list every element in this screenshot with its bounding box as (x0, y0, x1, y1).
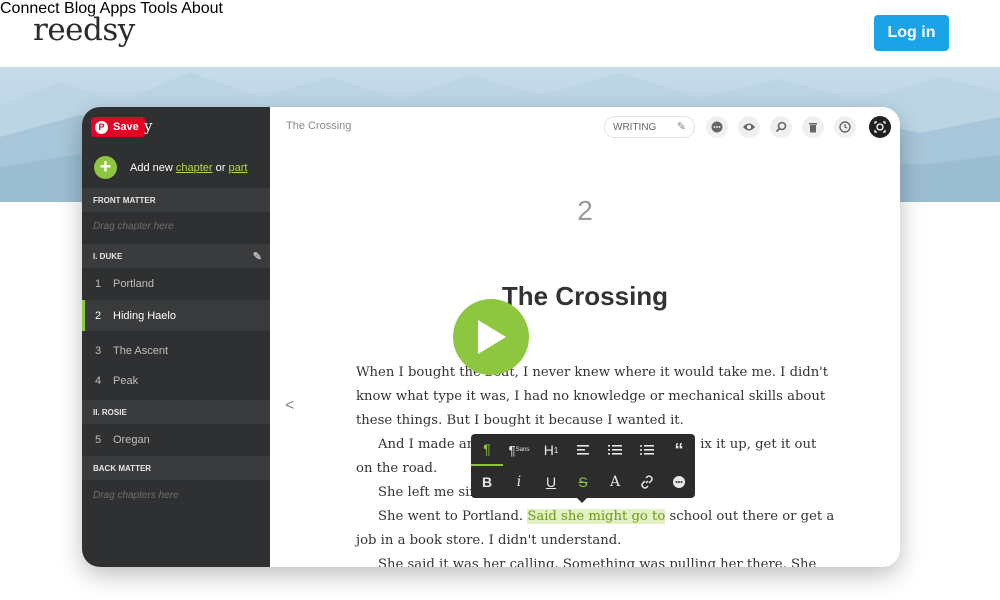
add-new-row: + Add new chapter or part (94, 156, 247, 179)
add-part-link[interactable]: part (228, 162, 247, 174)
toolbar-pointer (576, 497, 588, 503)
preview-eye-icon[interactable] (738, 116, 760, 138)
sidebar-item-oregan[interactable]: 5 Oregan (82, 425, 270, 455)
link-icon[interactable] (631, 466, 663, 498)
heading-button[interactable]: H1 (535, 434, 567, 466)
format-toolbar: ¶ ¶ Sans H1 “ B i U S A (471, 434, 695, 498)
video-play-button[interactable] (453, 299, 529, 375)
fullscreen-icon[interactable] (869, 116, 891, 138)
trash-icon[interactable] (802, 116, 824, 138)
document-title: The Crossing (286, 120, 352, 132)
sidebar-item-portland[interactable]: 1 Portland (82, 269, 270, 299)
plus-icon[interactable]: + (94, 156, 117, 179)
section-rosie[interactable]: II. ROSIE (82, 400, 270, 424)
text-style-button[interactable]: A (599, 466, 631, 498)
underline-button[interactable]: U (535, 466, 567, 498)
section-duke[interactable]: I. DUKE ✎ (82, 244, 270, 268)
chevron-left-icon[interactable]: < (285, 397, 294, 415)
section-front-matter: FRONT MATTER (82, 188, 270, 212)
sidebar-item-the-ascent[interactable]: 3 The Ascent (82, 336, 270, 366)
writing-mode-toggle[interactable]: WRITING ✎ (604, 116, 695, 138)
sidebar-logo-fragment: y (144, 117, 153, 135)
drag-placeholder: Drag chapter here (93, 221, 174, 232)
add-chapter-link[interactable]: chapter (176, 162, 213, 174)
bullet-list-icon[interactable] (631, 434, 663, 466)
search-icon[interactable] (770, 116, 792, 138)
italic-button[interactable]: i (503, 466, 535, 498)
quote-icon[interactable]: “ (663, 434, 695, 466)
bold-button[interactable]: B (471, 466, 503, 498)
play-icon (478, 320, 506, 354)
chapter-number: 2 (577, 195, 593, 226)
comment-icon[interactable] (706, 116, 728, 138)
nav-tools[interactable]: Tools (140, 0, 177, 17)
nav-about[interactable]: About (181, 0, 223, 17)
chapter-title[interactable]: The Crossing (270, 281, 900, 312)
highlighted-text: Said she might go to (527, 509, 666, 524)
section-back-matter: BACK MATTER (82, 456, 270, 480)
paragraph-serif-button[interactable]: ¶ (471, 434, 503, 466)
align-left-icon[interactable] (567, 434, 599, 466)
edit-pencil-icon[interactable]: ✎ (253, 250, 262, 263)
top-navbar: reedsy Connect Blog Apps Tools About Log… (0, 0, 1000, 67)
sidebar-item-peak[interactable]: 4 Peak (82, 366, 270, 396)
pinterest-save-button[interactable]: P Save (91, 117, 145, 137)
drag-placeholder: Drag chapters here (93, 490, 179, 501)
chapter-sidebar: P Save y + Add new chapter or part FRONT… (82, 107, 270, 567)
reedsy-logo[interactable]: reedsy (33, 12, 135, 48)
comment-icon[interactable] (663, 466, 695, 498)
ordered-list-icon[interactable] (599, 434, 631, 466)
paragraph-sans-button[interactable]: ¶ Sans (503, 434, 535, 466)
history-clock-icon[interactable] (834, 116, 856, 138)
strikethrough-button[interactable]: S (567, 466, 599, 498)
pinterest-icon: P (95, 120, 108, 134)
login-button[interactable]: Log in (874, 15, 949, 51)
sidebar-item-hiding-haelo[interactable]: 2 Hiding Haelo (82, 300, 270, 331)
pen-icon: ✎ (676, 121, 686, 133)
